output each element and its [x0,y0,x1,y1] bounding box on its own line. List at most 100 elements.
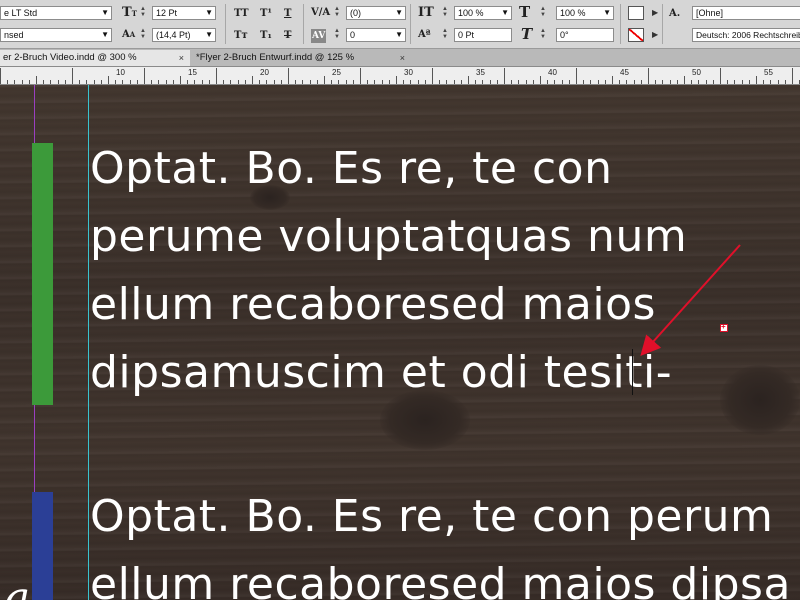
font-style-value: nsed [4,30,24,40]
ruler-tick [532,80,534,84]
baseline-shift-stepper[interactable]: ▲ ▼ [441,28,449,42]
leading-stepper[interactable]: ▲ ▼ [139,28,147,42]
close-icon[interactable]: × [400,50,405,66]
ruler-tick [777,80,779,84]
ruler-tick [0,68,1,84]
horizontal-scale-value: 100 % [560,8,586,18]
ruler-tick [417,80,419,84]
tracking-stepper[interactable]: ▲ ▼ [333,6,341,20]
skew-icon: T [521,25,533,43]
small-caps-icon[interactable]: Tт [234,29,248,43]
tracking-icon: V/A [311,7,331,18]
ruler-tick [259,80,261,84]
ruler-tick [273,80,275,84]
ruler-tick [216,68,217,84]
divider [303,4,304,44]
ruler-tick [14,80,16,84]
ruler-tick [316,80,318,84]
horizontal-ruler[interactable]: 10 15 20 25 30 35 40 45 50 55 [0,67,800,85]
document-tabs: er 2-Bruch Video.indd @ 300 % × *Flyer 2-… [0,49,800,67]
underline-icon[interactable]: T [284,7,291,21]
font-style-field[interactable]: nsed ▼ [0,28,112,42]
horizontal-scale-stepper[interactable]: ▲ ▼ [539,6,547,20]
ruler-tick [734,80,736,84]
kerning-stepper[interactable]: ▲ ▼ [333,28,341,42]
subscript-icon[interactable]: T₁ [260,29,272,43]
ruler-tick [576,68,577,84]
ruler-tick [136,80,138,84]
ruler-tick [367,80,369,84]
ruler-tick [352,80,354,84]
ruler-label: 55 [764,68,773,77]
ruler-tick [511,80,513,84]
vertical-scale-field[interactable]: 100 % ▼ [454,6,512,20]
tracking-field[interactable]: (0) ▼ [346,6,406,20]
ruler-tick [676,80,678,84]
tab-draft-document[interactable]: *Flyer 2-Bruch Entwurf.indd @ 125 % × [193,50,411,66]
ruler-tick [705,80,707,84]
ruler-tick [331,80,333,84]
chevron-right-icon[interactable]: ▶ [652,30,658,39]
stroke-swatch[interactable] [628,28,644,42]
chevron-down-icon[interactable]: ▼ [205,7,213,19]
chevron-down-icon[interactable]: ▼ [101,29,109,41]
ruler-tick [432,68,433,84]
ruler-tick [86,80,88,84]
all-caps-icon[interactable]: TT [234,7,249,21]
ruler-tick [266,80,268,84]
ruler-tick [691,80,693,84]
superscript-icon[interactable]: T¹ [260,7,272,21]
character-style-value: [Ohne] [696,8,724,18]
vertical-scale-icon: IT [418,5,434,20]
chevron-down-icon[interactable]: ▼ [101,7,109,19]
ruler-tick [237,80,239,84]
font-family-field[interactable]: e LT Std ▼ [0,6,112,20]
skew-field[interactable]: 0° [556,28,614,42]
chevron-down-icon[interactable]: ▼ [395,7,403,19]
skew-stepper[interactable]: ▲ ▼ [539,28,547,42]
ruler-tick [554,80,556,84]
ruler-tick [633,80,635,84]
chevron-down-icon[interactable]: ▼ [603,7,611,19]
ruler-tick [590,80,592,84]
strikethrough-icon[interactable]: T [284,29,291,43]
chevron-down-icon[interactable]: ▼ [395,29,403,41]
close-icon[interactable]: × [179,50,184,66]
ruler-tick [655,80,657,84]
kerning-field[interactable]: 0 ▼ [346,28,406,42]
kerning-value: 0 [350,30,356,40]
chevron-down-icon[interactable]: ▼ [501,7,509,19]
tab-video-document[interactable]: er 2-Bruch Video.indd @ 300 % × [0,50,190,66]
ruler-tick [475,80,477,84]
font-size-field[interactable]: 12 Pt ▼ [152,6,216,20]
baseline-shift-field[interactable]: 0 Pt [454,28,512,42]
document-canvas[interactable]: Optat. Bo. Es re, te con perume voluptat… [0,85,800,600]
ruler-tick [720,68,721,84]
ruler-label: 50 [692,68,701,77]
character-style-field[interactable]: [Ohne] [692,6,800,20]
horizontal-scale-icon: T [519,3,531,21]
ruler-tick [201,80,203,84]
chevron-down-icon[interactable]: ▼ [205,29,213,41]
ruler-tick [64,80,66,84]
ruler-tick [482,80,484,84]
language-field[interactable]: Deutsch: 2006 Rechtschreib [692,28,800,42]
ruler-tick [180,76,181,84]
ruler-tick [410,80,412,84]
font-size-stepper[interactable]: ▲ ▼ [139,6,147,20]
ruler-tick [460,80,462,84]
horizontal-scale-field[interactable]: 100 % ▼ [556,6,614,20]
ruler-tick [7,80,9,84]
ruler-tick [144,68,145,84]
ruler-tick [424,80,426,84]
vertical-scale-stepper[interactable]: ▲ ▼ [441,6,449,20]
ruler-tick [172,80,174,84]
leading-field[interactable]: (14,4 Pt) ▼ [152,28,216,42]
ruler-tick [302,80,304,84]
ruler-tick [612,76,613,84]
ruler-tick [504,68,505,84]
fill-swatch[interactable] [628,6,644,20]
ruler-tick [50,80,52,84]
chevron-right-icon[interactable]: ▶ [652,8,658,17]
ruler-tick [28,80,30,84]
